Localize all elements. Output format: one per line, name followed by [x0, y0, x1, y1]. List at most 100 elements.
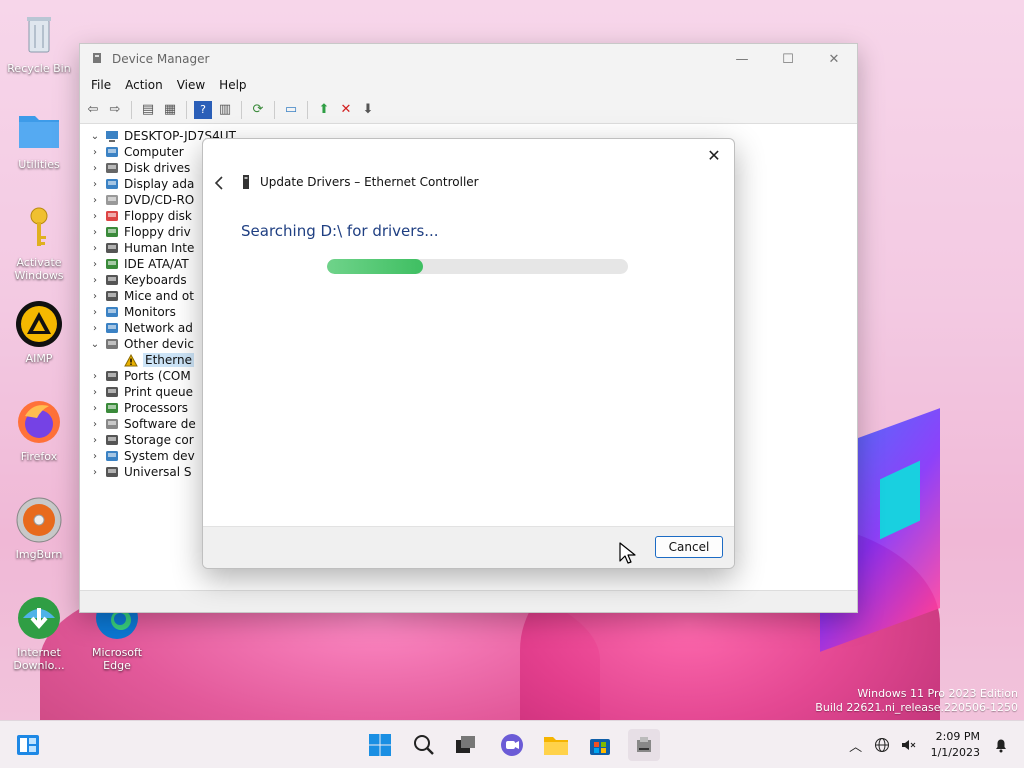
disk-icon	[104, 161, 120, 175]
device-manager-taskbar-button[interactable]	[628, 729, 660, 761]
network-icon	[104, 321, 120, 335]
chevron-left-icon	[214, 176, 223, 190]
chevron-right-icon[interactable]: ›	[88, 259, 102, 270]
file-explorer-button[interactable]	[540, 729, 572, 761]
desktop-icon-recycle-bin[interactable]: Recycle Bin	[1, 10, 77, 75]
update-driver-icon[interactable]: ⬆	[315, 101, 333, 119]
chevron-right-icon[interactable]: ›	[88, 179, 102, 190]
chevron-right-icon[interactable]: ›	[88, 387, 102, 398]
view-icon[interactable]: ▥	[216, 101, 234, 119]
chevron-right-icon[interactable]: ›	[88, 195, 102, 206]
menu-file[interactable]: File	[84, 78, 118, 92]
desktop-icon-internet-download-manager[interactable]: Internet Downlo...	[1, 594, 77, 672]
menu-bar: File Action View Help	[80, 74, 857, 96]
chevron-right-icon[interactable]: ›	[88, 275, 102, 286]
chevron-right-icon[interactable]: ›	[88, 227, 102, 238]
scan-hardware-icon[interactable]: ⟳	[249, 101, 267, 119]
desktop-icon-firefox[interactable]: Firefox	[1, 398, 77, 463]
dialog-title: Update Drivers – Ethernet Controller	[260, 175, 479, 189]
search-icon	[414, 735, 434, 755]
title-bar[interactable]: Device Manager — ☐ ✕	[80, 44, 857, 74]
tree-item-label: Processors	[124, 401, 189, 415]
help-icon[interactable]: ?	[194, 100, 212, 119]
computer-icon	[104, 145, 120, 159]
update-drivers-dialog[interactable]: ✕ Update Drivers – Ethernet Controller S…	[202, 138, 735, 569]
hid-icon	[104, 241, 120, 255]
menu-action[interactable]: Action	[118, 78, 170, 92]
monitor-icon	[104, 305, 120, 319]
menu-view[interactable]: View	[170, 78, 212, 92]
notification-icon[interactable]	[988, 732, 1014, 758]
globe-icon[interactable]	[869, 732, 895, 758]
storage-icon	[104, 433, 120, 447]
forward-arrow-icon[interactable]: ⇨	[106, 101, 124, 119]
tree-item-label: Floppy disk	[124, 209, 192, 223]
dialog-close-button[interactable]: ✕	[702, 143, 726, 167]
dvd-icon	[104, 193, 120, 207]
chevron-right-icon[interactable]: ›	[88, 371, 102, 382]
task-view-button[interactable]	[450, 729, 482, 761]
floppy-drive-icon	[104, 225, 120, 239]
properties-icon[interactable]: ▦	[161, 101, 179, 119]
desktop-icon-label: Recycle Bin	[7, 62, 71, 75]
watermark-build: Build 22621.ni_release.220506-1250	[815, 701, 1018, 714]
chevron-up-icon[interactable]: ︿	[843, 732, 869, 758]
chevron-right-icon[interactable]: ›	[88, 147, 102, 158]
start-button[interactable]	[364, 729, 396, 761]
tree-item-label: Software de	[124, 417, 196, 431]
download-icon[interactable]: ⬇	[359, 101, 377, 119]
monitor-icon[interactable]: ▭	[282, 101, 300, 119]
desktop-icon-label: Firefox	[20, 450, 58, 463]
chevron-right-icon[interactable]: ›	[88, 291, 102, 302]
tree-item-label: Disk drives	[124, 161, 191, 175]
chevron-right-icon[interactable]: ›	[88, 451, 102, 462]
chevron-right-icon[interactable]: ›	[88, 163, 102, 174]
show-hide-tree-icon[interactable]: ▤	[139, 101, 157, 119]
search-button[interactable]	[408, 729, 440, 761]
mouse-icon	[104, 289, 120, 303]
chevron-right-icon[interactable]: ›	[88, 323, 102, 334]
dialog-header: Update Drivers – Ethernet Controller	[241, 175, 479, 189]
minimize-button[interactable]: —	[719, 44, 765, 74]
chevron-down-icon[interactable]: ⌄	[88, 131, 102, 142]
chevron-right-icon[interactable]: ›	[88, 211, 102, 222]
desktop-icon-imgburn[interactable]: ImgBurn	[1, 496, 77, 561]
recycle-bin-icon	[15, 10, 63, 58]
desktop-icon-aimp[interactable]: AIMP	[1, 300, 77, 365]
tree-item-label: Etherne	[143, 353, 194, 367]
keyboard-icon	[104, 273, 120, 287]
progress-fill	[327, 259, 424, 274]
desktop-icon-label: AIMP	[25, 352, 53, 365]
display-icon	[104, 177, 120, 191]
microsoft-store-button[interactable]	[584, 729, 616, 761]
speaker-muted-icon[interactable]	[895, 732, 921, 758]
desktop-icon-label: Utilities	[18, 158, 60, 171]
desktop-icon-label: ImgBurn	[15, 548, 63, 561]
back-arrow-icon[interactable]: ⇦	[84, 101, 102, 119]
system-tray: ︿ 2:09 PM 1/1/2023	[843, 721, 1024, 768]
tree-item-label: Display ada	[124, 177, 195, 191]
chevron-right-icon[interactable]: ›	[88, 435, 102, 446]
toolbar: ⇦ ⇨ ▤ ▦ ? ▥ ⟳ ▭ ⬆ ✕ ⬇	[80, 96, 857, 124]
tree-item-label: Print queue	[124, 385, 194, 399]
menu-help[interactable]: Help	[212, 78, 253, 92]
close-button[interactable]: ✕	[811, 44, 857, 74]
warning-icon	[123, 353, 139, 367]
chat-button[interactable]	[496, 729, 528, 761]
chevron-right-icon[interactable]: ›	[88, 419, 102, 430]
desktop-icon-utilities[interactable]: Utilities	[1, 106, 77, 171]
chevron-right-icon[interactable]: ›	[88, 403, 102, 414]
chevron-right-icon[interactable]: ›	[88, 243, 102, 254]
taskbar: ︿ 2:09 PM 1/1/2023	[0, 720, 1024, 768]
back-button[interactable]	[209, 173, 229, 193]
chevron-right-icon[interactable]: ›	[88, 307, 102, 318]
maximize-button[interactable]: ☐	[765, 44, 811, 74]
clock[interactable]: 2:09 PM 1/1/2023	[931, 729, 980, 761]
chevron-down-icon[interactable]: ⌄	[88, 339, 102, 350]
aimp-icon	[15, 300, 63, 348]
chevron-right-icon[interactable]: ›	[88, 467, 102, 478]
cancel-button[interactable]: Cancel	[655, 536, 723, 558]
desktop-icon-activate-windows[interactable]: Activate Windows	[1, 204, 77, 282]
uninstall-icon[interactable]: ✕	[337, 101, 355, 119]
widgets-button[interactable]	[12, 729, 44, 761]
